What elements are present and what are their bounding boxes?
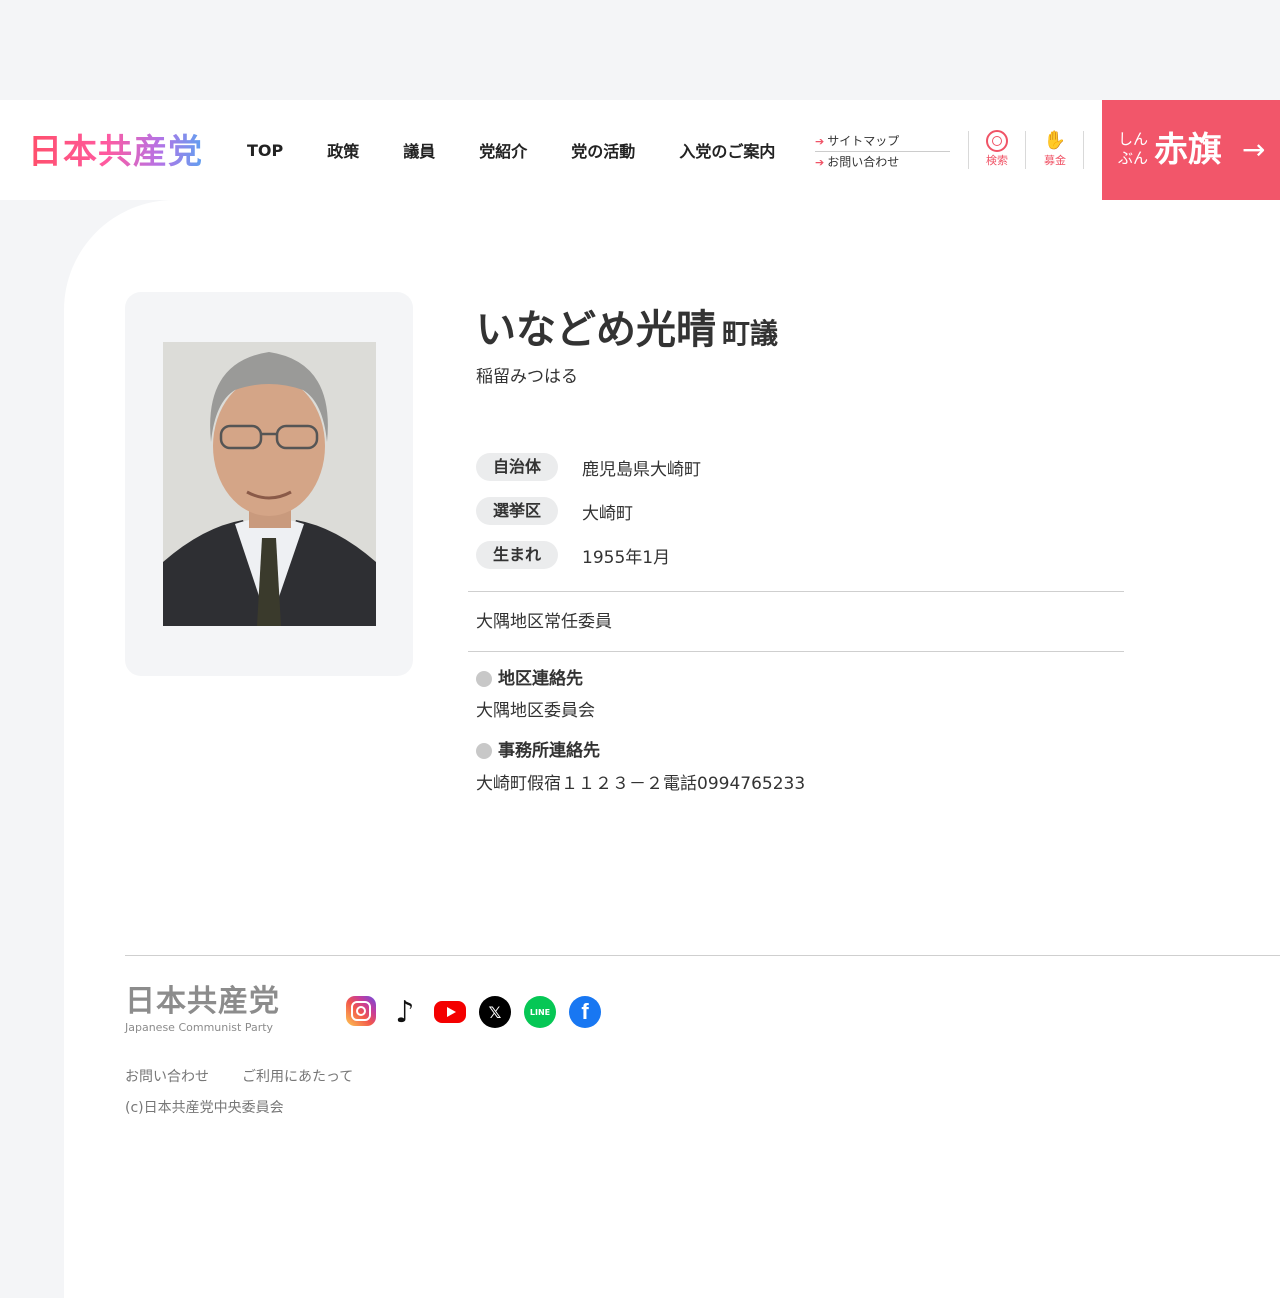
tiktok-icon[interactable]: ♪	[389, 995, 421, 1030]
main-nav: TOP 政策 議員 党紹介 党の活動 入党のご案内	[225, 100, 797, 200]
info-value: 大崎町	[582, 503, 633, 524]
info-row-district: 選挙区 大崎町	[476, 497, 633, 525]
nav-item-join[interactable]: 入党のご案内	[679, 138, 775, 162]
profile-name-block: いなどめ光晴 町議 稲留みつはる	[476, 302, 778, 388]
bullet-icon	[476, 671, 492, 687]
profile-role: 大隅地区常任委員	[476, 612, 612, 632]
divider	[1025, 131, 1026, 169]
akahata-title: 赤旗	[1154, 130, 1222, 170]
youtube-icon[interactable]	[434, 1001, 466, 1023]
profile-title: 町議	[722, 317, 779, 350]
facebook-icon[interactable]: f	[569, 996, 601, 1028]
footer-link-terms[interactable]: ご利用にあたって	[242, 1067, 353, 1087]
site-header: 日本共産党 TOP 政策 議員 党紹介 党の活動 入党のご案内 ➔ サイトマップ …	[0, 100, 1280, 200]
info-label: 自治体	[476, 453, 558, 481]
x-icon[interactable]: 𝕏	[479, 996, 511, 1028]
line-icon[interactable]: LINE	[524, 996, 556, 1028]
contact-value-district: 大隅地区委員会	[476, 701, 595, 721]
copyright: (c)日本共産党中央委員会	[125, 1100, 284, 1116]
arrow-right-icon: ➔	[815, 135, 825, 148]
sitemap-link[interactable]: ➔ サイトマップ	[815, 133, 950, 152]
akahata-small-text: しん ぶん	[1118, 130, 1149, 167]
divider	[1083, 131, 1084, 169]
profile-photo	[163, 342, 376, 626]
bullet-icon	[476, 743, 492, 759]
nav-item-policy[interactable]: 政策	[327, 138, 359, 162]
profile-name: いなどめ光晴 町議	[476, 307, 779, 353]
info-label: 生まれ	[476, 541, 558, 569]
arrow-right-icon: ➔	[815, 156, 825, 169]
info-row-municipality: 自治体 鹿児島県大崎町	[476, 453, 701, 481]
contact-heading-district: 地区連絡先	[476, 668, 583, 690]
instagram-icon[interactable]	[346, 996, 376, 1026]
info-label: 選挙区	[476, 497, 558, 525]
nav-item-top[interactable]: TOP	[247, 141, 283, 160]
header-sublinks: ➔ サイトマップ ➔ お問い合わせ	[815, 133, 950, 171]
akahata-banner[interactable]: しん ぶん 赤旗 →	[1102, 100, 1280, 200]
info-row-birth: 生まれ 1955年1月	[476, 541, 670, 569]
site-logo[interactable]: 日本共産党	[28, 132, 203, 172]
nav-item-members[interactable]: 議員	[403, 138, 435, 162]
nav-item-about[interactable]: 党紹介	[479, 138, 527, 162]
footer-link-contact[interactable]: お問い合わせ	[125, 1067, 209, 1087]
divider	[468, 591, 1124, 592]
profile-photo-card	[125, 292, 413, 676]
divider	[468, 651, 1124, 652]
footer-links: お問い合わせ ご利用にあたって	[125, 1067, 386, 1087]
contact-value-office: 大崎町假宿１１２３－２電話0994765233	[476, 774, 806, 794]
footer-logo[interactable]: 日本共産党 Japanese Communist Party	[125, 985, 280, 1035]
arrow-right-icon: →	[1242, 133, 1266, 166]
nav-item-activities[interactable]: 党の活動	[571, 138, 635, 162]
search-button[interactable]: 検索	[977, 130, 1017, 168]
contact-link[interactable]: ➔ お問い合わせ	[815, 154, 950, 171]
info-value: 鹿児島県大崎町	[582, 459, 701, 480]
donate-button[interactable]: ✋ 募金	[1035, 130, 1075, 168]
contact-heading-office: 事務所連絡先	[476, 740, 600, 762]
footer-divider	[125, 955, 1280, 956]
profile-kana: 稲留みつはる	[476, 367, 578, 387]
search-icon	[986, 130, 1008, 152]
social-links: ♪ 𝕏 LINE f	[346, 995, 614, 1030]
divider	[968, 131, 969, 169]
info-value: 1955年1月	[582, 547, 671, 568]
coin-hand-icon: ✋	[1043, 130, 1067, 151]
